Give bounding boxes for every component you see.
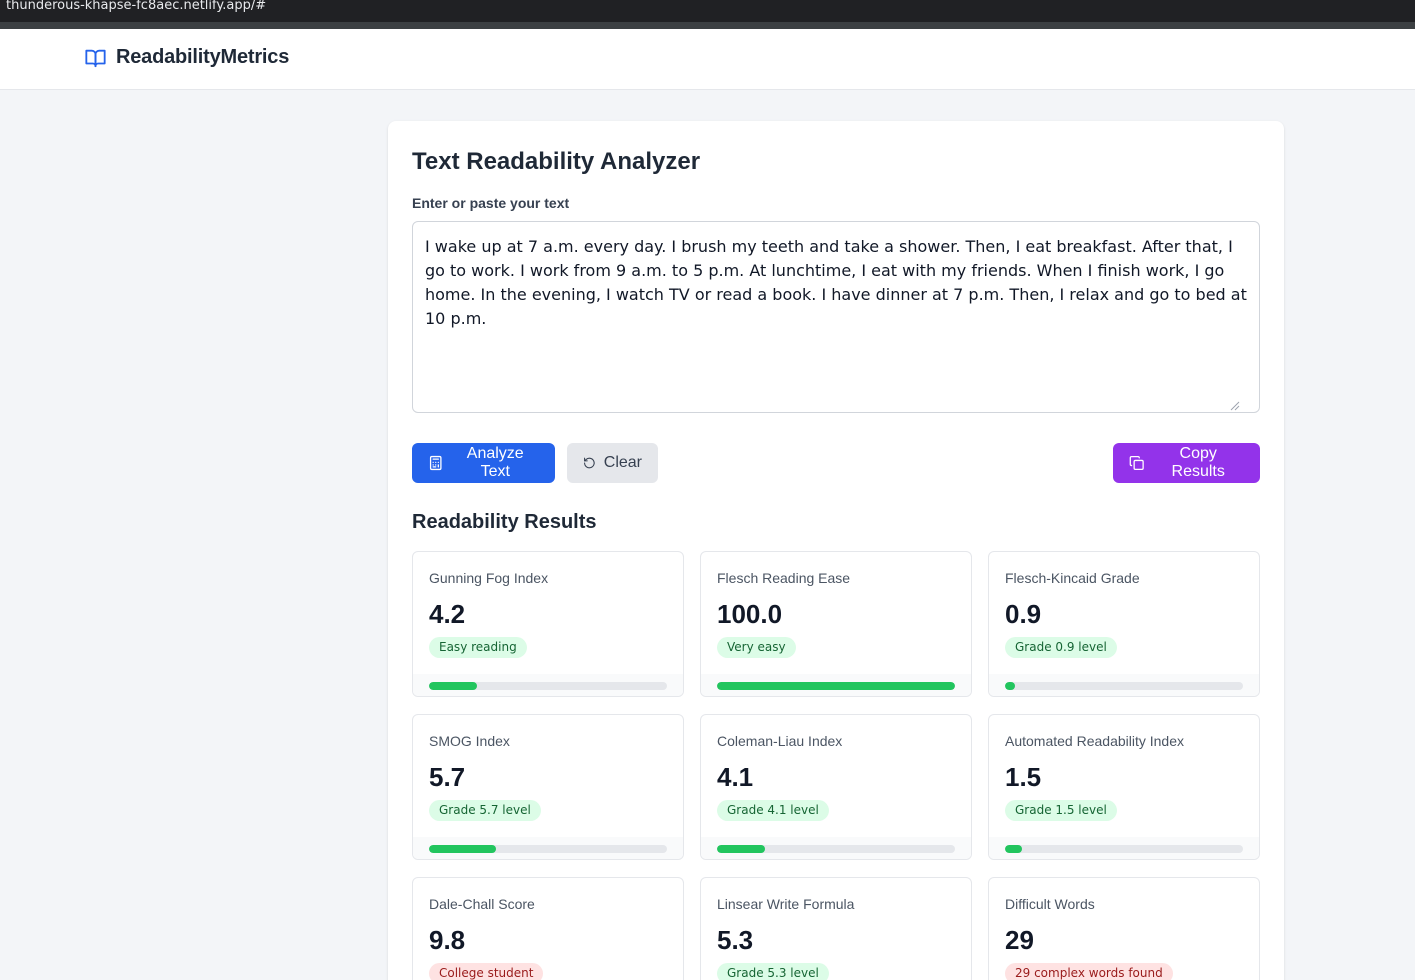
calculator-icon (429, 455, 442, 471)
analyzer-card: Text Readability Analyzer Enter or paste… (388, 121, 1284, 980)
analyze-text-label: Analyze Text (466, 445, 524, 480)
metric-progress-fill (1005, 682, 1015, 690)
text-input-label: Enter or paste your text (412, 195, 570, 211)
clear-label: Clear (603, 454, 642, 471)
metric-card: Dale-Chall Score 9.8 College student (412, 877, 684, 980)
metric-bar-zone (989, 674, 1259, 696)
text-input[interactable]: I wake up at 7 a.m. every day. I brush m… (412, 221, 1260, 413)
metric-name: SMOG Index (429, 733, 510, 749)
metric-card: Difficult Words 29 29 complex words found (988, 877, 1260, 980)
metric-name: Coleman-Liau Index (717, 733, 843, 749)
metrics-grid: Gunning Fog Index 4.2 Easy reading Flesch R… (412, 551, 1260, 980)
metric-bar-zone (989, 837, 1259, 859)
metric-progress-track (717, 845, 955, 853)
metric-badge: Grade 4.1 level (717, 800, 829, 821)
metric-bar-zone (413, 674, 683, 696)
metric-card: Automated Readability Index 1.5 Grade 1.5 … (988, 714, 1260, 860)
rotate-ccw-icon (584, 457, 595, 469)
metric-name: Flesch Reading Ease (717, 570, 851, 586)
copy-icon (1129, 455, 1144, 471)
brand-name: ReadabilityMetrics (116, 46, 290, 68)
metric-badge: Very easy (717, 637, 796, 658)
metric-progress-fill (429, 682, 477, 690)
page-title: Text Readability Analyzer (412, 148, 701, 175)
metric-progress-track (429, 845, 667, 853)
metric-progress-track (1005, 682, 1243, 690)
metric-card: Linsear Write Formula 5.3 Grade 5.3 level (700, 877, 972, 980)
metric-name: Flesch-Kincaid Grade (1005, 570, 1140, 586)
metric-bar-zone (701, 837, 971, 859)
metric-card: Flesch Reading Ease 100.0 Very easy (700, 551, 972, 697)
metric-badge: Grade 0.9 level (1005, 637, 1117, 658)
resize-handle-icon[interactable] (1230, 401, 1240, 411)
copy-results-button[interactable]: Copy Results (1113, 443, 1260, 483)
open-book-icon (85, 49, 106, 67)
top-navbar: ReadabilityMetrics (0, 29, 1415, 90)
metric-name: Difficult Words (1005, 896, 1095, 912)
metric-value: 4.2 (429, 599, 466, 629)
metric-badge: Easy reading (429, 637, 527, 658)
metric-value: 5.7 (429, 762, 466, 792)
metric-progress-track (429, 682, 667, 690)
metric-value: 29 (1005, 925, 1034, 955)
metric-progress-fill (717, 845, 765, 853)
metric-value: 100.0 (717, 599, 783, 629)
clear-button[interactable]: Clear (567, 443, 658, 483)
metric-progress-fill (429, 845, 496, 853)
metric-badge: 29 complex words found (1005, 963, 1173, 980)
metric-value: 5.3 (717, 925, 754, 955)
metric-bar-zone (413, 837, 683, 859)
metric-bar-zone (701, 674, 971, 696)
analyze-text-button[interactable]: Analyze Text (412, 443, 555, 483)
metric-badge: College student (429, 963, 544, 980)
metric-card: Coleman-Liau Index 4.1 Grade 4.1 level (700, 714, 972, 860)
metric-name: Dale-Chall Score (429, 896, 535, 912)
browser-toolbar-strip (0, 22, 1415, 29)
browser-url[interactable]: thunderous-khapse-fc8aec.netlify.app/# (6, 0, 266, 13)
brand[interactable]: ReadabilityMetrics (84, 46, 289, 69)
metric-value: 1.5 (1005, 762, 1042, 792)
copy-results-label: Copy Results (1171, 445, 1225, 480)
metric-value: 0.9 (1005, 599, 1042, 629)
metric-name: Linsear Write Formula (717, 896, 855, 912)
metric-card: Gunning Fog Index 4.2 Easy reading (412, 551, 684, 697)
results-heading: Readability Results (412, 511, 597, 533)
metric-badge: Grade 1.5 level (1005, 800, 1117, 821)
metric-value: 4.1 (717, 762, 754, 792)
metric-progress-fill (717, 682, 955, 690)
browser-address-bar[interactable]: thunderous-khapse-fc8aec.netlify.app/# (0, 0, 1415, 29)
metric-badge: Grade 5.3 level (717, 963, 829, 980)
metric-progress-fill (1005, 845, 1022, 853)
metric-value: 9.8 (429, 925, 466, 955)
metric-badge: Grade 5.7 level (429, 800, 541, 821)
metric-progress-track (1005, 845, 1243, 853)
metric-name: Automated Readability Index (1005, 733, 1184, 749)
metric-card: SMOG Index 5.7 Grade 5.7 level (412, 714, 684, 860)
metric-name: Gunning Fog Index (429, 570, 549, 586)
metric-card: Flesch-Kincaid Grade 0.9 Grade 0.9 level (988, 551, 1260, 697)
metric-progress-track (717, 682, 955, 690)
